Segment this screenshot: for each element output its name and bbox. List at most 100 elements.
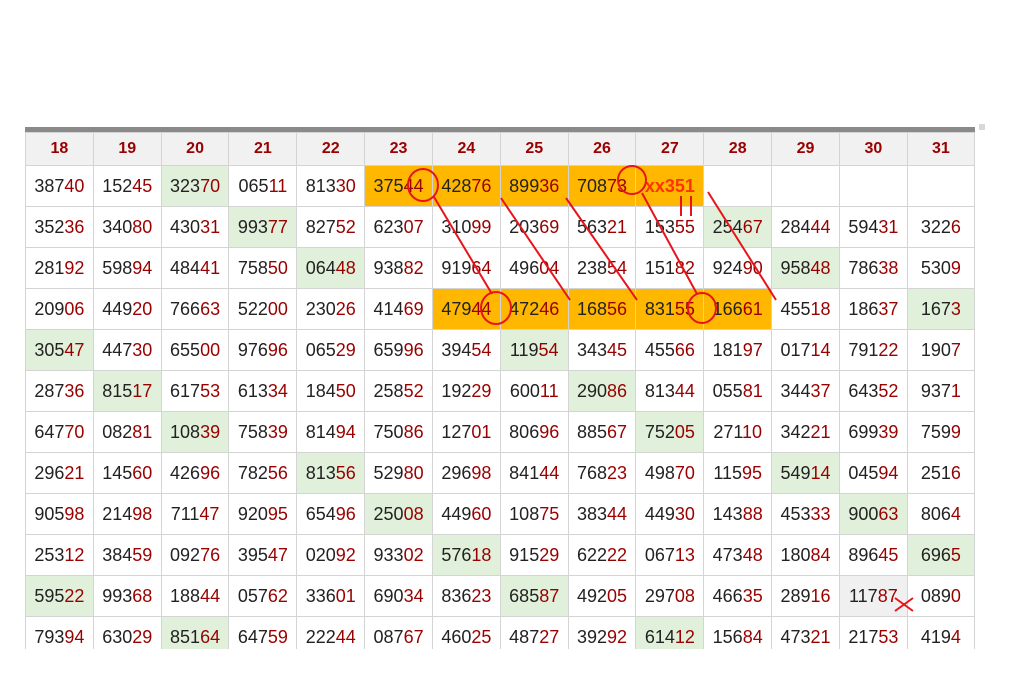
result-cell: 64770 (25, 411, 94, 453)
number-tail: 50 (335, 380, 356, 401)
table-row: 25312 38459 09276 39547 02092 93302 57618 91529… (25, 534, 975, 576)
result-cell (838, 165, 908, 207)
number-tail: 27 (539, 626, 560, 647)
number-lead: 647 (34, 421, 65, 442)
number-tail: 29 (471, 380, 492, 401)
number-tail: 88 (742, 503, 763, 524)
number-tail: 5 (950, 544, 961, 565)
number-tail: 01 (471, 421, 492, 442)
number-lead: 836 (441, 585, 472, 606)
result-cell: 34345 (567, 329, 637, 371)
number-tail: 67 (403, 626, 424, 647)
number-tail: 52 (878, 380, 899, 401)
number-lead: 479 (441, 298, 472, 319)
number-lead: 522 (237, 298, 268, 319)
result-cell: 38459 (92, 534, 162, 576)
result-cell: 34221 (771, 411, 840, 453)
number-tail: 44 (335, 626, 356, 647)
number-tail: 6 (950, 462, 961, 483)
number-tail: 97 (742, 339, 763, 360)
number-tail: 30 (674, 503, 695, 524)
number-lead: 428 (441, 175, 472, 196)
number-lead: 827 (305, 216, 336, 237)
number-tail: 20 (132, 298, 153, 319)
number-lead: 549 (780, 462, 811, 483)
number-lead: 659 (373, 339, 404, 360)
number-lead: 153 (644, 216, 675, 237)
result-cell: 56321 (567, 206, 637, 248)
number-lead: 654 (305, 503, 336, 524)
result-cell: 44730 (92, 329, 162, 371)
result-cell: 9371 (906, 370, 975, 412)
number-lead: 622 (577, 544, 608, 565)
result-cell: 69034 (364, 575, 433, 617)
number-tail: 29 (539, 544, 560, 565)
number-tail: 00 (267, 298, 288, 319)
result-cell: 06529 (296, 329, 366, 371)
day-header-31: 31 (906, 132, 975, 166)
number-tail: 59 (132, 544, 153, 565)
day-header-21: 21 (228, 132, 298, 166)
number-lead: 793 (34, 626, 65, 647)
number-tail: 9 (950, 257, 961, 278)
result-cell: 45333 (771, 493, 840, 535)
number-tail: 47 (64, 339, 85, 360)
result-cell: 90598 (25, 493, 94, 535)
number-tail: 21 (607, 216, 628, 237)
number-lead: 806 (920, 503, 951, 524)
day-header-30: 30 (838, 132, 908, 166)
number-tail: 44 (539, 462, 560, 483)
number-lead: 166 (712, 298, 743, 319)
number-tail: 82 (403, 257, 424, 278)
result-cell: 11787 (838, 575, 908, 617)
number-lead: 690 (373, 585, 404, 606)
number-lead: 055 (712, 380, 743, 401)
number-tail: 60 (471, 503, 492, 524)
result-cell: 95848 (771, 247, 840, 289)
number-tail: 36 (539, 175, 560, 196)
number-tail: 92 (64, 257, 85, 278)
number-lead: 750 (373, 421, 404, 442)
number-tail: 54 (538, 339, 559, 360)
number-lead: 630 (102, 626, 133, 647)
number-tail: 22 (64, 585, 85, 606)
result-cell: 59894 (92, 247, 162, 289)
result-cell: 47944 (431, 288, 501, 330)
number-lead: 613 (237, 380, 268, 401)
result-cell: 31099 (431, 206, 501, 248)
number-tail: 70 (64, 421, 85, 442)
number-tail: 47 (199, 503, 220, 524)
result-cell: 69939 (838, 411, 908, 453)
result-cell: 16856 (567, 288, 637, 330)
number-tail: 29 (335, 339, 356, 360)
day-header-23: 23 (364, 132, 433, 166)
number-tail: 76 (471, 175, 492, 196)
number-lead: 392 (577, 626, 608, 647)
result-cell: 62307 (364, 206, 433, 248)
day-header-25: 25 (499, 132, 569, 166)
result-cell: 34080 (92, 206, 162, 248)
number-lead: 108 (509, 503, 540, 524)
number-lead: 993 (102, 585, 133, 606)
result-cell: 68587 (499, 575, 569, 617)
result-cell: 45566 (635, 329, 705, 371)
number-tail: 35 (742, 585, 763, 606)
result-cell: 15182 (635, 247, 705, 289)
result-cell: 12701 (431, 411, 501, 453)
result-cell: 28444 (771, 206, 840, 248)
result-cell: 81494 (296, 411, 366, 453)
day-header-29: 29 (771, 132, 840, 166)
number-tail: 63 (200, 298, 221, 319)
number-tail: 96 (403, 339, 424, 360)
number-lead: 152 (102, 175, 133, 196)
number-lead: 336 (305, 585, 336, 606)
number-lead: 419 (920, 626, 951, 647)
result-cell: 0890 (906, 575, 975, 617)
number-tail: 30 (335, 175, 356, 196)
number-lead: 296 (441, 462, 472, 483)
number-tail: 48 (810, 257, 831, 278)
number-tail: 4 (950, 503, 961, 524)
result-cell: 65496 (296, 493, 366, 535)
number-tail: 70 (674, 462, 695, 483)
number-tail: 25 (471, 626, 492, 647)
